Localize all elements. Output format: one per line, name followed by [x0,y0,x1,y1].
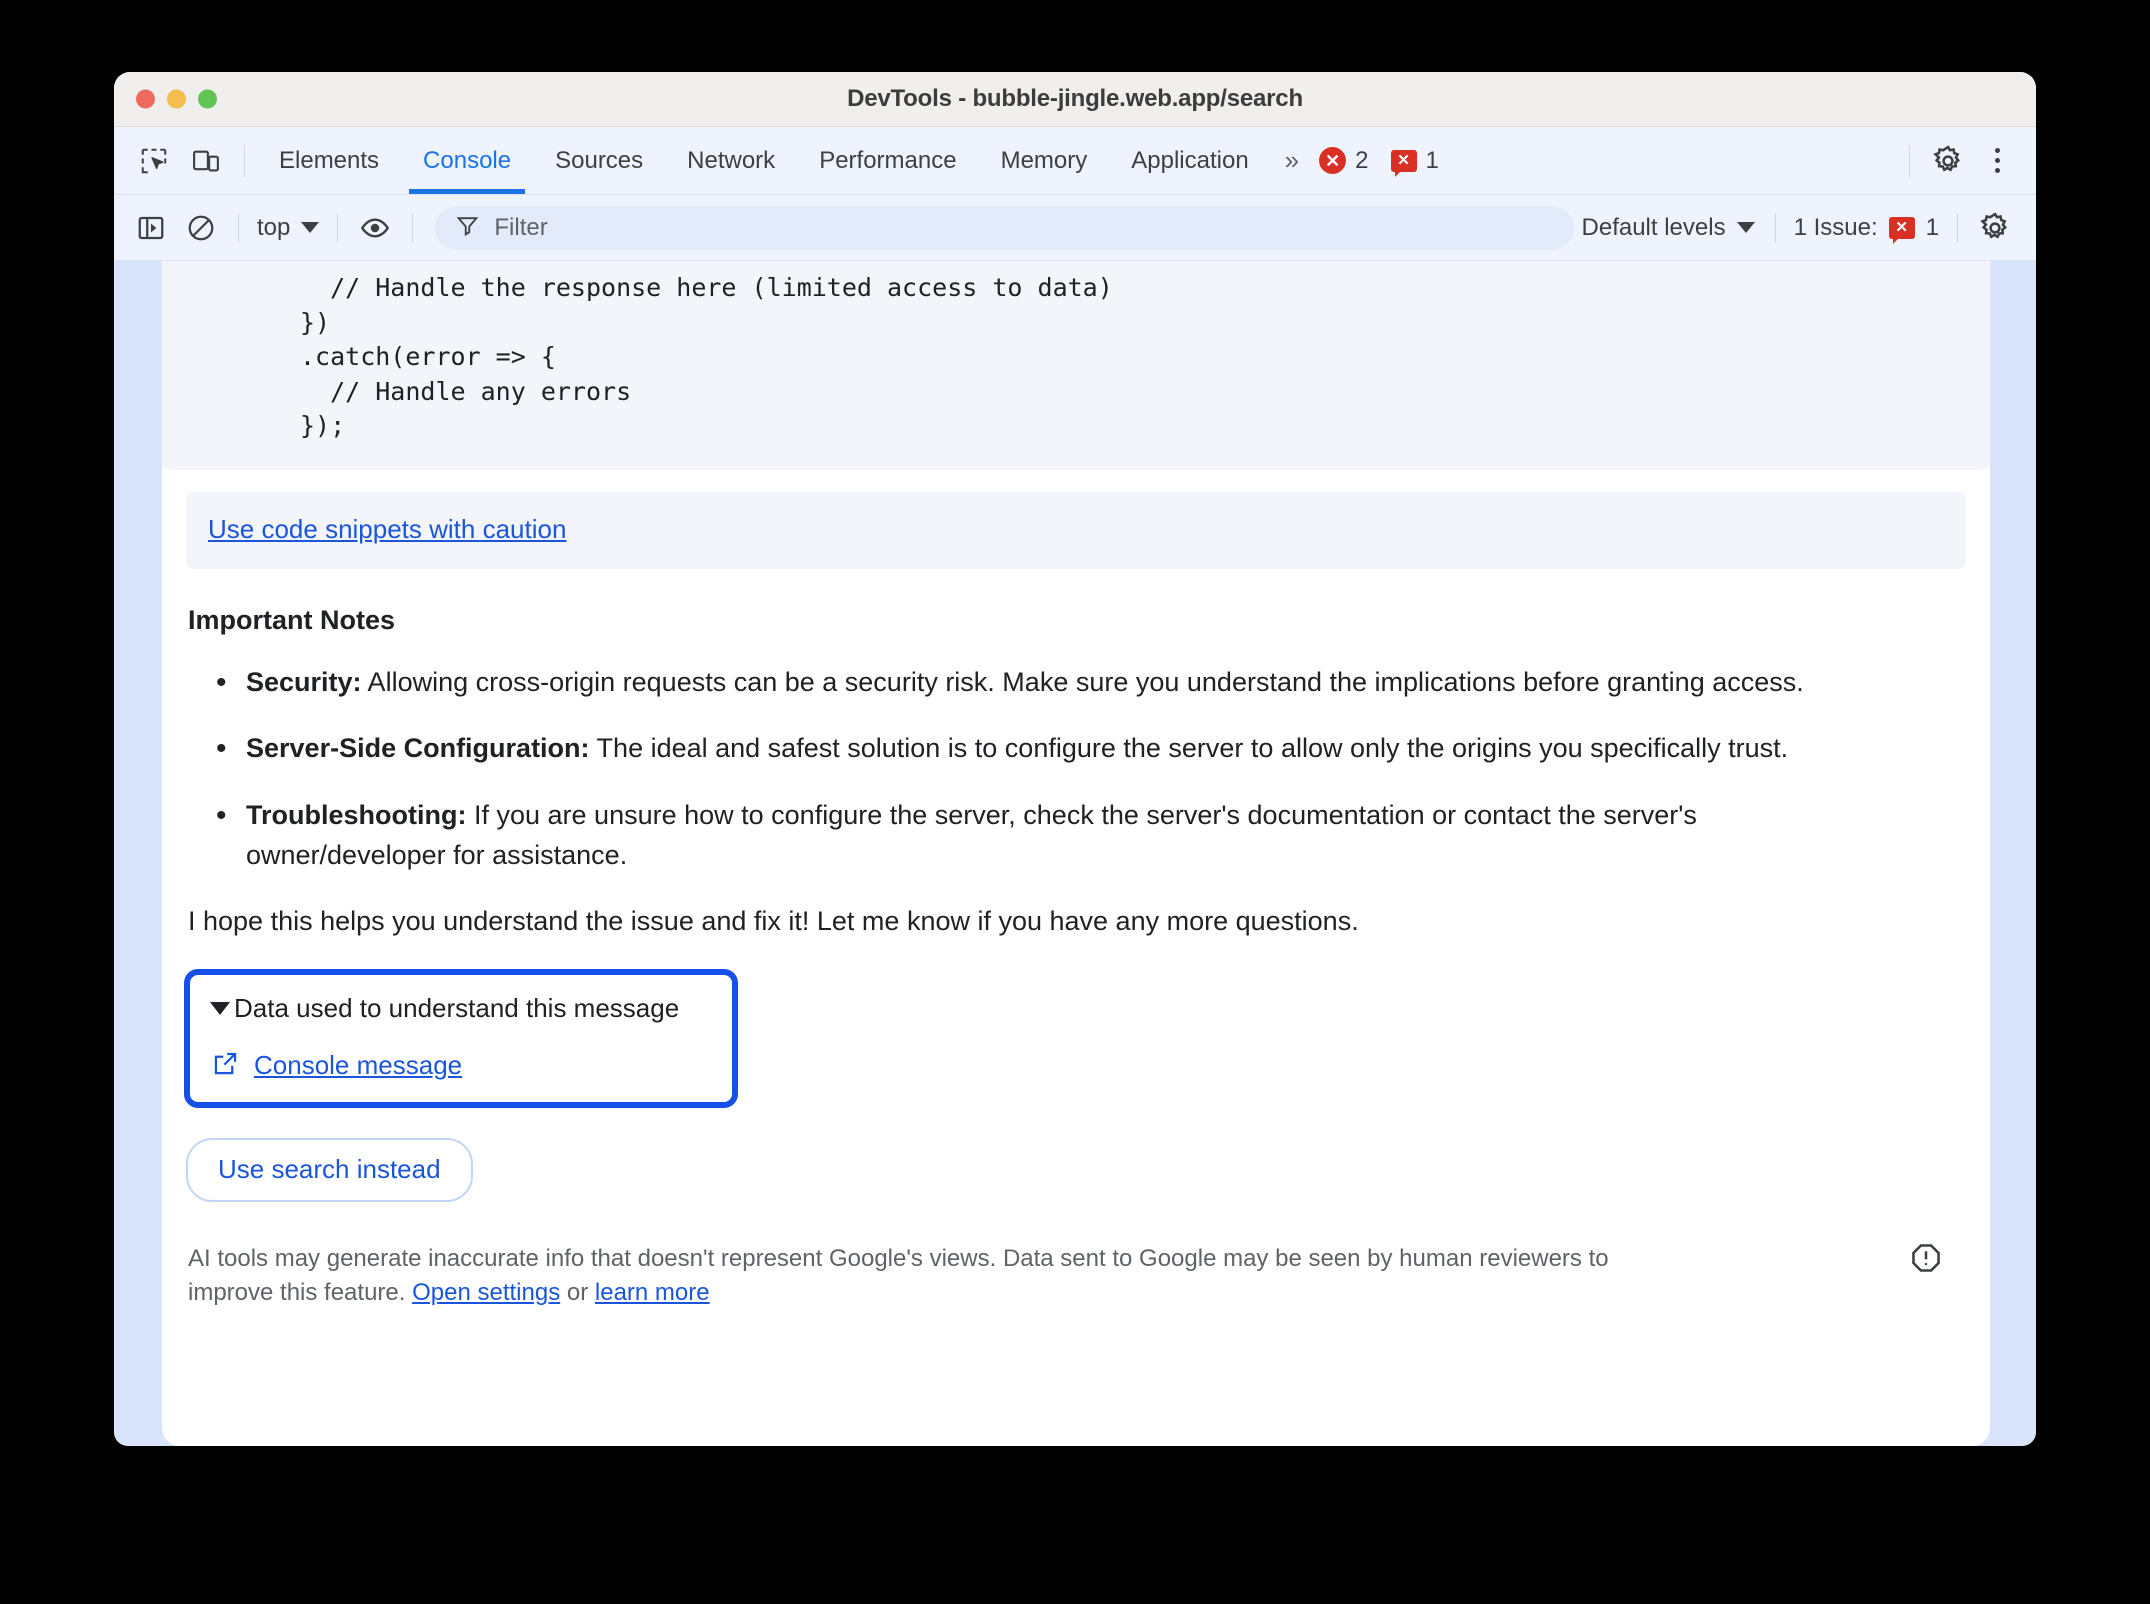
filter-input[interactable]: Filter [435,205,1574,250]
disclaimer-text: AI tools may generate inaccurate info th… [188,1242,1688,1310]
tabbar-divider [244,144,245,177]
learn-more-link[interactable]: learn more [595,1279,710,1306]
status-badges: ✕ 2 ✕ 1 [1319,146,1439,177]
tab-application[interactable]: Application [1109,127,1270,194]
inspect-element-icon[interactable] [128,135,180,187]
console-sidebar-icon[interactable] [126,203,176,253]
code-block: // Handle the response here (limited acc… [162,261,1990,470]
tab-network[interactable]: Network [665,127,797,194]
disclaimer-text-before: AI tools may generate inaccurate info th… [188,1244,1609,1306]
devtools-window: DevTools - bubble-jingle.web.app/search … [114,72,2036,1446]
list-item: Server-Side Configuration: The ideal and… [216,726,1856,770]
console-body: // Handle the response here (limited acc… [114,261,2036,1446]
main-tabs: Elements Console Sources Network Perform… [257,127,1271,194]
tab-performance[interactable]: Performance [797,127,978,194]
disclaimer-text-middle: or [560,1278,595,1306]
toolbar-divider-4 [1774,212,1776,243]
report-warning-icon[interactable] [1910,1242,1942,1279]
list-item: Troubleshooting: If you are unsure how t… [216,793,1856,876]
section-title-important-notes: Important Notes [188,604,396,635]
gear-icon[interactable] [1922,135,1974,187]
data-used-summary[interactable]: Data used to understand this message [210,993,712,1024]
window-titlebar: DevTools - bubble-jingle.web.app/search [114,72,2036,127]
closing-paragraph: I hope this helps you understand the iss… [188,905,1359,936]
console-toolbar: top Filter Default levels 1 Issue: ✕ 1 [114,195,2036,261]
toolbar-divider-2 [337,212,339,243]
error-badge[interactable]: ✕ 2 [1319,146,1369,175]
note-term: Security: [246,666,362,697]
code-text: // Handle the response here (limited acc… [300,273,1113,440]
clear-console-icon[interactable] [176,203,226,253]
triangle-down-icon [210,1001,230,1015]
snippet-caution-link[interactable]: Use code snippets with caution [208,514,566,544]
window-title: DevTools - bubble-jingle.web.app/search [847,85,1303,112]
note-term: Troubleshooting: [246,799,467,830]
ai-assistance-card: // Handle the response here (limited acc… [162,261,1990,1446]
data-used-summary-label: Data used to understand this message [234,992,680,1023]
more-tabs-chevron-icon[interactable]: » [1271,145,1309,176]
notes-list: Security: Allowing cross-origin requests… [186,660,1966,876]
issues-count: 1 [1925,213,1939,241]
execution-context-dropdown[interactable]: top [251,214,325,242]
snippet-caution-panel: Use code snippets with caution [186,491,1966,569]
tab-memory[interactable]: Memory [979,127,1110,194]
note-text: Allowing cross-origin requests can be a … [361,666,1804,697]
issue-bubble-icon: ✕ [1888,216,1915,244]
device-toolbar-icon[interactable] [180,135,232,187]
note-term: Server-Side Configuration: [246,733,590,763]
issue-badge[interactable]: ✕ 1 [1390,146,1439,177]
kebab-menu-icon[interactable] [1974,138,2020,184]
console-message-link[interactable]: Console message [254,1050,462,1081]
ai-disclaimer-footer: AI tools may generate inaccurate info th… [186,1242,1966,1344]
live-expression-eye-icon[interactable] [350,203,400,253]
console-settings-gear-icon[interactable] [1970,203,2020,253]
toolbar-divider-3 [412,212,414,243]
note-text: The ideal and safest solution is to conf… [589,733,1789,763]
list-item: Security: Allowing cross-origin requests… [216,660,1856,704]
issue-count: 1 [1425,146,1439,174]
error-count: 2 [1355,146,1369,174]
data-source-item[interactable]: Console message [210,1050,712,1082]
chevron-down-icon [1736,222,1755,233]
filter-icon [455,213,480,243]
toolbar-divider-5 [1957,212,1958,243]
log-levels-value: Default levels [1581,213,1726,241]
tab-elements[interactable]: Elements [257,127,401,194]
open-settings-link[interactable]: Open settings [412,1279,560,1306]
tab-sources[interactable]: Sources [533,127,665,194]
use-search-instead-button[interactable]: Use search instead [186,1137,473,1202]
data-used-disclosure[interactable]: Data used to understand this message Con… [184,968,738,1108]
devtools-tabbar: Elements Console Sources Network Perform… [114,127,2036,195]
execution-context-value: top [257,213,291,241]
issues-counter[interactable]: 1 Issue: ✕ 1 [1788,213,1945,244]
external-link-icon [212,1050,239,1082]
filter-placeholder: Filter [494,213,548,241]
tabbar-divider-2 [1909,144,1910,177]
log-levels-dropdown[interactable]: Default levels [1574,214,1763,242]
tabbar-right-actions [1897,135,2036,187]
issue-bubble-icon: ✕ [1390,149,1417,177]
error-circle-icon: ✕ [1319,147,1347,174]
issues-label: 1 Issue: [1793,213,1878,241]
tab-console[interactable]: Console [401,127,533,194]
card-content: Use code snippets with caution Important… [162,491,1990,1344]
toolbar-divider-1 [238,212,239,243]
chevron-down-icon [301,222,320,233]
